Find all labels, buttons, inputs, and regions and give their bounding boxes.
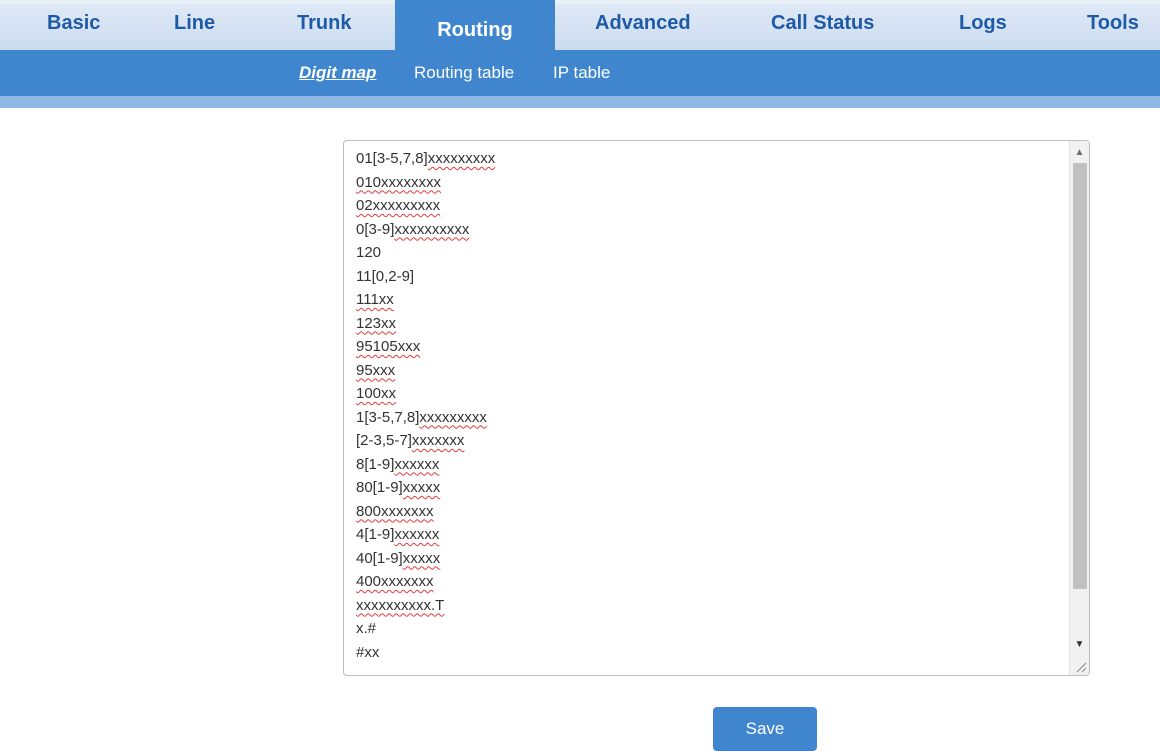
- subtab-ip-table[interactable]: IP table: [553, 63, 610, 83]
- digit-map-line: 01[3-5,7,8]xxxxxxxxx: [356, 150, 496, 167]
- digit-map-line: 111xx: [356, 291, 394, 308]
- nav-divider-strip: [0, 96, 1160, 108]
- tab-call-status[interactable]: Call Status: [771, 12, 874, 35]
- tab-line[interactable]: Line: [174, 12, 215, 35]
- digit-map-line: [2-3,5-7]xxxxxxx: [356, 432, 465, 449]
- digit-map-line: 010xxxxxxxx: [356, 173, 442, 191]
- subtab-digit-map[interactable]: Digit map: [299, 63, 376, 83]
- scroll-down-arrow-icon[interactable]: ▼: [1070, 635, 1089, 653]
- digit-map-line: 40[1-9]xxxxx: [356, 549, 441, 567]
- digit-map-line: 95xxx: [356, 361, 396, 379]
- digit-map-line: 8[1-9]xxxxxx: [356, 455, 440, 473]
- tab-basic[interactable]: Basic: [47, 12, 100, 35]
- digit-map-line: #xx: [356, 643, 380, 661]
- textarea-scrollbar[interactable]: ▲ ▼: [1069, 141, 1089, 675]
- sub-navigation: Digit map Routing table IP table: [0, 50, 1160, 96]
- tab-tools[interactable]: Tools: [1087, 12, 1139, 35]
- digit-map-line: 95105xxx: [356, 338, 421, 355]
- digit-map-line: 1[3-5,7,8]xxxxxxxxx: [356, 408, 487, 426]
- digit-map-line: xxxxxxxxxx.T: [356, 596, 445, 614]
- top-navigation: Basic Line Trunk Routing Advanced Call S…: [0, 0, 1160, 54]
- digit-map-line: 0[3-9]xxxxxxxxxx: [356, 220, 470, 238]
- digit-map-line: 120: [356, 244, 382, 261]
- digit-map-line: 100xx: [356, 385, 397, 402]
- resize-handle-icon[interactable]: [1073, 659, 1087, 673]
- digit-map-line: 11[0,2-9]: [356, 267, 415, 285]
- digit-map-line: 4[1-9]xxxxxx: [356, 526, 440, 543]
- scrollbar-thumb[interactable]: [1073, 163, 1087, 589]
- digit-map-textarea[interactable]: 01[3-5,7,8]xxxxxxxxx 010xxxxxxxx 02xxxxx…: [343, 140, 1090, 676]
- tab-routing[interactable]: Routing: [395, 0, 555, 54]
- scroll-up-arrow-icon[interactable]: ▲: [1070, 143, 1089, 161]
- digit-map-line: 123xx: [356, 314, 397, 332]
- digit-map-line: 800xxxxxxx: [356, 502, 434, 520]
- tab-advanced[interactable]: Advanced: [595, 12, 691, 35]
- save-button[interactable]: Save: [713, 707, 817, 751]
- digit-map-line: 80[1-9]xxxxx: [356, 479, 441, 496]
- digit-map-line: 02xxxxxxxxx: [356, 197, 441, 214]
- digit-map-lines: 01[3-5,7,8]xxxxxxxxx 010xxxxxxxx 02xxxxx…: [356, 147, 495, 664]
- digit-map-line: x.#: [356, 620, 377, 637]
- digit-map-line: 400xxxxxxx: [356, 573, 434, 590]
- subtab-routing-table[interactable]: Routing table: [414, 63, 514, 83]
- tab-trunk[interactable]: Trunk: [297, 12, 351, 35]
- tab-logs[interactable]: Logs: [959, 12, 1007, 35]
